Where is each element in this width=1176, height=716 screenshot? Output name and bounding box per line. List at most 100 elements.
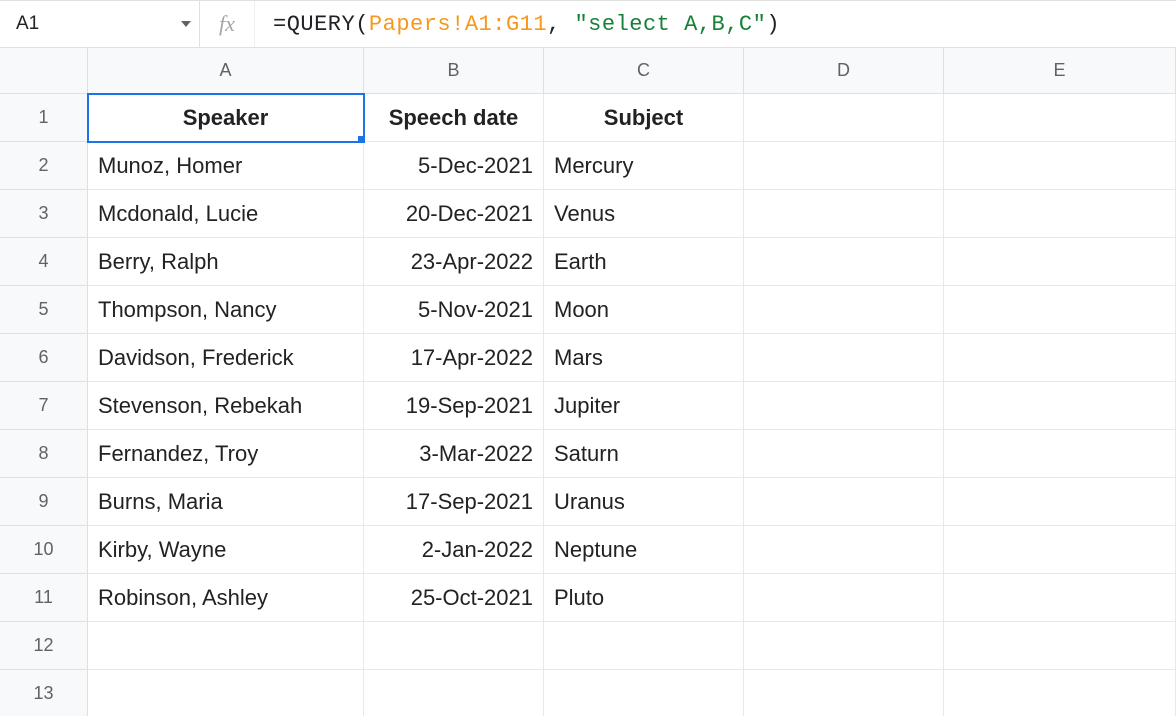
formula-token-open: ( (355, 12, 369, 37)
name-box[interactable]: A1 (0, 1, 200, 47)
cell-B13[interactable] (364, 670, 544, 716)
cell-B12[interactable] (364, 622, 544, 670)
cell-D13[interactable] (744, 670, 944, 716)
cell-B6[interactable]: 17-Apr-2022 (364, 334, 544, 382)
row-header-10[interactable]: 10 (0, 526, 88, 574)
cell-C12[interactable] (544, 622, 744, 670)
cell-C4[interactable]: Earth (544, 238, 744, 286)
cell-A13[interactable] (88, 670, 364, 716)
row-header-2[interactable]: 2 (0, 142, 88, 190)
cell-A12[interactable] (88, 622, 364, 670)
cell-D3[interactable] (744, 190, 944, 238)
row-6: 6Davidson, Frederick17-Apr-2022Mars (0, 334, 1176, 382)
cell-D12[interactable] (744, 622, 944, 670)
row-header-11[interactable]: 11 (0, 574, 88, 622)
cell-C10[interactable]: Neptune (544, 526, 744, 574)
cell-A8[interactable]: Fernandez, Troy (88, 430, 364, 478)
cell-D9[interactable] (744, 478, 944, 526)
cell-E10[interactable] (944, 526, 1176, 574)
cell-E13[interactable] (944, 670, 1176, 716)
cell-E6[interactable] (944, 334, 1176, 382)
col-header-C[interactable]: C (544, 48, 744, 94)
cell-E9[interactable] (944, 478, 1176, 526)
chevron-down-icon[interactable] (181, 21, 191, 27)
formula-input[interactable]: = QUERY ( Papers!A1:G11 , "select A,B,C"… (255, 1, 1176, 47)
row-header-8[interactable]: 8 (0, 430, 88, 478)
cell-B9[interactable]: 17-Sep-2021 (364, 478, 544, 526)
formula-token-close: ) (766, 12, 780, 37)
row-11: 11Robinson, Ashley25-Oct-2021Pluto (0, 574, 1176, 622)
cell-B8[interactable]: 3-Mar-2022 (364, 430, 544, 478)
cell-B3[interactable]: 20-Dec-2021 (364, 190, 544, 238)
row-header-6[interactable]: 6 (0, 334, 88, 382)
select-all-corner[interactable] (0, 48, 88, 94)
cell-E5[interactable] (944, 286, 1176, 334)
cell-B2[interactable]: 5-Dec-2021 (364, 142, 544, 190)
cell-C1[interactable]: Subject (544, 94, 744, 142)
cell-C11[interactable]: Pluto (544, 574, 744, 622)
cell-D7[interactable] (744, 382, 944, 430)
cell-B4[interactable]: 23-Apr-2022 (364, 238, 544, 286)
cell-C7[interactable]: Jupiter (544, 382, 744, 430)
row-header-1[interactable]: 1 (0, 94, 88, 142)
cell-C9[interactable]: Uranus (544, 478, 744, 526)
cell-E7[interactable] (944, 382, 1176, 430)
row-3: 3Mcdonald, Lucie20-Dec-2021Venus (0, 190, 1176, 238)
cell-D1[interactable] (744, 94, 944, 142)
cell-A3[interactable]: Mcdonald, Lucie (88, 190, 364, 238)
row-10: 10Kirby, Wayne2-Jan-2022Neptune (0, 526, 1176, 574)
cell-E2[interactable] (944, 142, 1176, 190)
col-header-A[interactable]: A (88, 48, 364, 94)
cell-C6[interactable]: Mars (544, 334, 744, 382)
col-header-E[interactable]: E (944, 48, 1176, 94)
cell-E1[interactable] (944, 94, 1176, 142)
row-header-5[interactable]: 5 (0, 286, 88, 334)
cell-A1[interactable]: Speaker (88, 94, 364, 142)
cell-E4[interactable] (944, 238, 1176, 286)
cell-D11[interactable] (744, 574, 944, 622)
row-12: 12 (0, 622, 1176, 670)
formula-token-str: "select A,B,C" (574, 12, 766, 37)
cell-D5[interactable] (744, 286, 944, 334)
cell-C8[interactable]: Saturn (544, 430, 744, 478)
col-header-B[interactable]: B (364, 48, 544, 94)
cell-D4[interactable] (744, 238, 944, 286)
cell-A7[interactable]: Stevenson, Rebekah (88, 382, 364, 430)
cell-B10[interactable]: 2-Jan-2022 (364, 526, 544, 574)
cell-E11[interactable] (944, 574, 1176, 622)
column-header-row: A B C D E (0, 48, 1176, 94)
cell-E12[interactable] (944, 622, 1176, 670)
cell-D8[interactable] (744, 430, 944, 478)
col-header-D[interactable]: D (744, 48, 944, 94)
cell-A4[interactable]: Berry, Ralph (88, 238, 364, 286)
row-header-3[interactable]: 3 (0, 190, 88, 238)
cell-A9[interactable]: Burns, Maria (88, 478, 364, 526)
cell-D2[interactable] (744, 142, 944, 190)
cell-A10[interactable]: Kirby, Wayne (88, 526, 364, 574)
row-8: 8Fernandez, Troy3-Mar-2022Saturn (0, 430, 1176, 478)
row-header-4[interactable]: 4 (0, 238, 88, 286)
spreadsheet-grid[interactable]: A B C D E 1SpeakerSpeech dateSubject 2Mun… (0, 48, 1176, 716)
row-header-12[interactable]: 12 (0, 622, 88, 670)
cell-B7[interactable]: 19-Sep-2021 (364, 382, 544, 430)
cell-A5[interactable]: Thompson, Nancy (88, 286, 364, 334)
cell-A2[interactable]: Munoz, Homer (88, 142, 364, 190)
cell-A6[interactable]: Davidson, Frederick (88, 334, 364, 382)
row-header-13[interactable]: 13 (0, 670, 88, 716)
cell-C13[interactable] (544, 670, 744, 716)
cell-B5[interactable]: 5-Nov-2021 (364, 286, 544, 334)
row-header-7[interactable]: 7 (0, 382, 88, 430)
cell-B1[interactable]: Speech date (364, 94, 544, 142)
cell-B11[interactable]: 25-Oct-2021 (364, 574, 544, 622)
cell-E3[interactable] (944, 190, 1176, 238)
cell-A11[interactable]: Robinson, Ashley (88, 574, 364, 622)
cell-D10[interactable] (744, 526, 944, 574)
cell-C3[interactable]: Venus (544, 190, 744, 238)
row-13: 13 (0, 670, 1176, 716)
cell-E8[interactable] (944, 430, 1176, 478)
cell-C5[interactable]: Moon (544, 286, 744, 334)
row-header-9[interactable]: 9 (0, 478, 88, 526)
fx-icon[interactable]: fx (200, 1, 255, 47)
cell-C2[interactable]: Mercury (544, 142, 744, 190)
cell-D6[interactable] (744, 334, 944, 382)
